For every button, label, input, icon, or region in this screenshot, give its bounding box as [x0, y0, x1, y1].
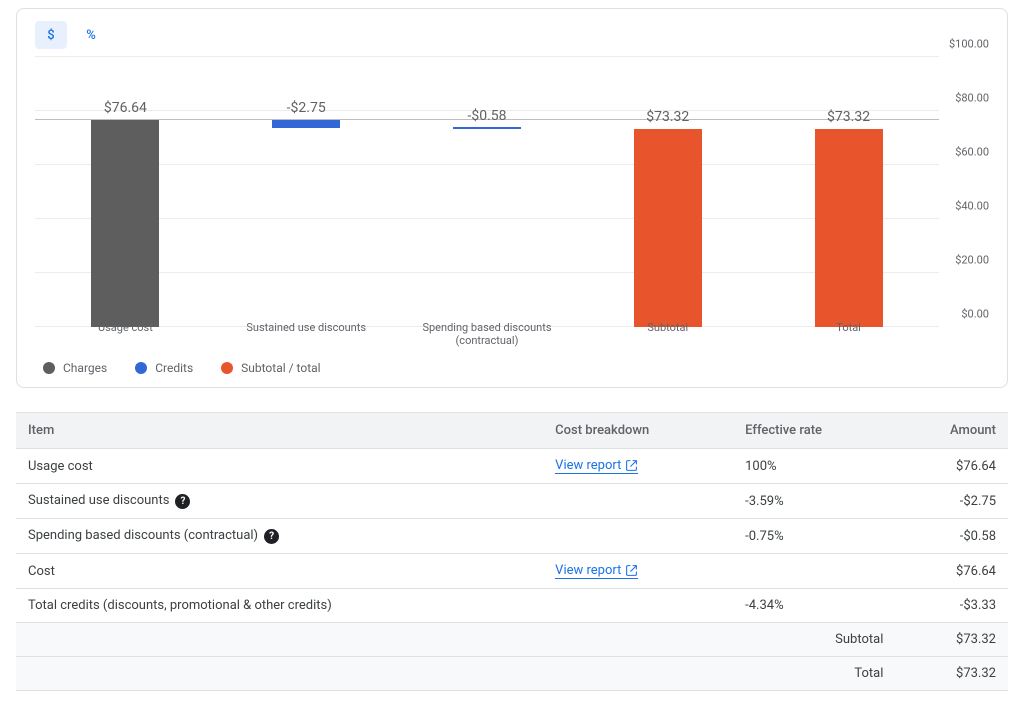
external-link-icon	[625, 564, 638, 577]
chart-plot: $76.64 -$2.75 -$0.58 $73.32 $73.32 Usage cos…	[35, 57, 939, 357]
cell-amount: -$2.75	[895, 484, 1008, 519]
bar-value-label: -$2.75	[287, 100, 326, 116]
y-tick-label: $20.00	[955, 254, 989, 267]
x-label: Usage cost	[35, 321, 216, 347]
legend-swatch	[43, 362, 55, 374]
cell-item: Total credits (discounts, promotional & …	[16, 589, 543, 623]
legend-label: Credits	[155, 361, 193, 375]
table-row: Spending based discounts (contractual)? -…	[16, 519, 1008, 554]
legend-item: Subtotal / total	[221, 361, 320, 375]
table-footer-row: Subtotal$73.32	[16, 623, 1008, 657]
cell-item: Usage cost	[16, 449, 543, 484]
help-icon[interactable]: ?	[175, 494, 190, 509]
legend-label: Subtotal / total	[241, 361, 320, 375]
cell-rate: -4.34%	[733, 589, 895, 623]
external-link-icon	[625, 459, 638, 472]
bar-value-label: -$0.58	[467, 108, 506, 124]
cell-amount: -$0.58	[895, 519, 1008, 554]
y-tick-label: $80.00	[955, 92, 989, 105]
table-row: Sustained use discounts? -3.59%-$2.75	[16, 484, 1008, 519]
cell-item: Spending based discounts (contractual)?	[16, 519, 543, 554]
y-tick-label: $0.00	[961, 308, 989, 321]
bar-spending-based-discounts-contractual-	[453, 127, 521, 129]
cell-item: Sustained use discounts?	[16, 484, 543, 519]
table-row: Usage cost View report 100%$76.64	[16, 449, 1008, 484]
cell-amount: -$3.33	[895, 589, 1008, 623]
cell-rate: -0.75%	[733, 519, 895, 554]
legend-item: Credits	[135, 361, 193, 375]
footer-amount: $73.32	[895, 623, 1008, 657]
mode-tabs: $ %	[35, 21, 107, 49]
bar-usage-cost	[91, 120, 159, 327]
cell-breakdown: View report	[543, 554, 733, 589]
legend-item: Charges	[43, 361, 107, 375]
cell-rate: 100%	[733, 449, 895, 484]
bar-subtotal	[634, 129, 702, 327]
cost-breakdown-table: Item Cost breakdown Effective rate Amoun…	[16, 412, 1008, 691]
x-label: Spending based discounts (contractual)	[397, 321, 578, 347]
y-axis: $0.00$20.00$40.00$60.00$80.00$100.00	[939, 57, 989, 357]
y-tick-label: $100.00	[949, 38, 989, 51]
y-tick-label: $60.00	[955, 146, 989, 159]
tab-percent[interactable]: %	[75, 21, 107, 49]
footer-label: Subtotal	[733, 623, 895, 657]
cell-amount: $76.64	[895, 554, 1008, 589]
footer-label: Total	[733, 657, 895, 691]
legend-swatch	[221, 362, 233, 374]
cell-item: Cost	[16, 554, 543, 589]
bar-sustained-use-discounts	[272, 120, 340, 127]
view-report-link[interactable]: View report	[555, 458, 638, 474]
cell-breakdown	[543, 519, 733, 554]
col-item: Item	[16, 413, 543, 449]
chart-legend: Charges Credits Subtotal / total	[35, 361, 989, 375]
cell-rate: -3.59%	[733, 484, 895, 519]
cell-rate	[733, 554, 895, 589]
view-report-link[interactable]: View report	[555, 563, 638, 579]
table-row: Total credits (discounts, promotional & …	[16, 589, 1008, 623]
bar-value-label: $73.32	[646, 109, 689, 125]
table-row: Cost View report $76.64	[16, 554, 1008, 589]
bar-value-label: $76.64	[104, 100, 147, 116]
x-label: Subtotal	[577, 321, 758, 347]
table-footer-row: Total$73.32	[16, 657, 1008, 691]
chart-area: $76.64 -$2.75 -$0.58 $73.32 $73.32 Usage cos…	[35, 57, 989, 357]
tab-dollar[interactable]: $	[35, 21, 67, 49]
col-amount: Amount	[895, 413, 1008, 449]
legend-label: Charges	[63, 361, 107, 375]
cell-breakdown: View report	[543, 449, 733, 484]
footer-amount: $73.32	[895, 657, 1008, 691]
help-icon[interactable]: ?	[264, 529, 279, 544]
bar-total	[815, 129, 883, 327]
col-rate: Effective rate	[733, 413, 895, 449]
x-label: Total	[758, 321, 939, 347]
bar-value-label: $73.32	[827, 109, 870, 125]
x-label: Sustained use discounts	[216, 321, 397, 347]
legend-swatch	[135, 362, 147, 374]
cell-amount: $76.64	[895, 449, 1008, 484]
y-tick-label: $40.00	[955, 200, 989, 213]
cell-breakdown	[543, 589, 733, 623]
col-breakdown: Cost breakdown	[543, 413, 733, 449]
cell-breakdown	[543, 484, 733, 519]
cost-chart-card: $ % $76.64 -$2.75 -$0.58 $73.32 $73.32 Usage…	[16, 8, 1008, 388]
